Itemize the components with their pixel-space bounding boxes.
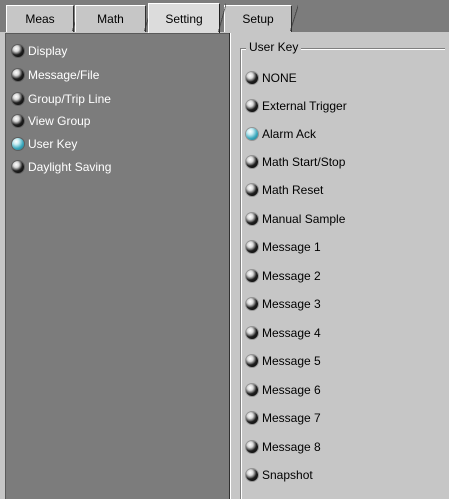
radio-lamp-icon	[246, 100, 258, 112]
option-label: Message 5	[262, 354, 321, 368]
option-message-3[interactable]: Message 3	[246, 295, 321, 313]
radio-lamp-icon	[246, 156, 258, 168]
option-message-4[interactable]: Message 4	[246, 324, 321, 342]
tab-label: Meas	[25, 12, 55, 26]
radio-lamp-icon	[246, 72, 258, 84]
menu-item-message-file[interactable]: Message/File	[12, 66, 99, 84]
option-message-2[interactable]: Message 2	[246, 267, 321, 285]
option-message-1[interactable]: Message 1	[246, 238, 321, 256]
radio-lamp-icon	[246, 327, 258, 339]
radio-lamp-icon	[246, 384, 258, 396]
radio-lamp-icon	[246, 298, 258, 310]
option-label: Message 7	[262, 411, 321, 425]
radio-lamp-icon	[246, 213, 258, 225]
tab-setting[interactable]: Setting	[148, 3, 226, 33]
option-math-start-stop[interactable]: Math Start/Stop	[246, 153, 345, 171]
radio-lamp-icon	[246, 441, 258, 453]
radio-lamp-icon	[246, 241, 258, 253]
radio-lamp-icon	[12, 93, 24, 105]
option-label: Message 2	[262, 269, 321, 283]
radio-lamp-icon	[12, 69, 24, 81]
tab-math[interactable]: Math	[75, 5, 152, 32]
menu-item-group-trip-line[interactable]: Group/Trip Line	[12, 90, 111, 108]
option-message-7[interactable]: Message 7	[246, 409, 321, 427]
tab-edge	[218, 3, 226, 32]
tab-meas[interactable]: Meas	[6, 5, 80, 32]
option-message-8[interactable]: Message 8	[246, 438, 321, 456]
radio-lamp-icon	[12, 115, 24, 127]
menu-item-daylight-saving[interactable]: Daylight Saving	[12, 158, 111, 176]
option-label: Math Reset	[262, 183, 324, 197]
tab-bar: Meas Math Setting Setup	[0, 0, 449, 33]
option-math-reset[interactable]: Math Reset	[246, 181, 323, 199]
tab-label: Math	[97, 12, 124, 26]
menu-item-label: User Key	[28, 137, 78, 151]
option-label: Alarm Ack	[262, 127, 317, 141]
tab-setup[interactable]: Setup	[224, 5, 298, 32]
option-message-5[interactable]: Message 5	[246, 352, 321, 370]
menu-item-display[interactable]: Display	[12, 42, 67, 60]
option-message-6[interactable]: Message 6	[246, 381, 321, 399]
user-key-panel: User Key NONE External Trigger Alarm Ack…	[232, 33, 449, 499]
option-label: NONE	[262, 71, 297, 85]
tab-label: Setting	[165, 11, 203, 26]
menu-item-label: View Group	[28, 114, 91, 128]
tab-label: Setup	[242, 12, 274, 26]
menu-item-label: Message/File	[28, 68, 100, 82]
radio-lamp-icon	[246, 469, 258, 481]
menu-item-label: Daylight Saving	[28, 160, 112, 174]
window: Meas Math Setting Setup Display Message/…	[0, 0, 449, 499]
groupbox-title: User Key	[246, 40, 302, 54]
radio-lamp-icon	[246, 270, 258, 282]
option-label: Message 8	[262, 440, 321, 454]
radio-lamp-icon	[246, 355, 258, 367]
menu-item-label: Group/Trip Line	[28, 92, 111, 106]
panel-divider	[229, 33, 231, 499]
radio-lamp-icon	[12, 45, 24, 57]
option-label: Message 3	[262, 297, 321, 311]
option-label: Message 4	[262, 326, 321, 340]
radio-lamp-selected-icon	[12, 138, 24, 150]
option-label: Math Start/Stop	[262, 155, 346, 169]
radio-lamp-icon	[246, 184, 258, 196]
option-label: Snapshot	[262, 468, 313, 482]
radio-lamp-selected-icon	[246, 128, 258, 140]
menu-item-user-key[interactable]: User Key	[12, 135, 77, 153]
menu-item-view-group[interactable]: View Group	[12, 112, 90, 130]
option-none[interactable]: NONE	[246, 69, 297, 87]
radio-lamp-icon	[12, 161, 24, 173]
option-alarm-ack[interactable]: Alarm Ack	[246, 125, 316, 143]
option-label: Message 1	[262, 240, 321, 254]
tab-edge	[290, 5, 298, 31]
option-manual-sample[interactable]: Manual Sample	[246, 210, 345, 228]
radio-lamp-icon	[246, 412, 258, 424]
option-label: Message 6	[262, 383, 321, 397]
option-label: External Trigger	[262, 99, 347, 113]
menu-item-label: Display	[28, 44, 68, 58]
option-external-trigger[interactable]: External Trigger	[246, 97, 347, 115]
option-snapshot[interactable]: Snapshot	[246, 466, 313, 484]
option-label: Manual Sample	[262, 212, 346, 226]
setting-menu: Display Message/File Group/Trip Line Vie…	[5, 33, 229, 499]
